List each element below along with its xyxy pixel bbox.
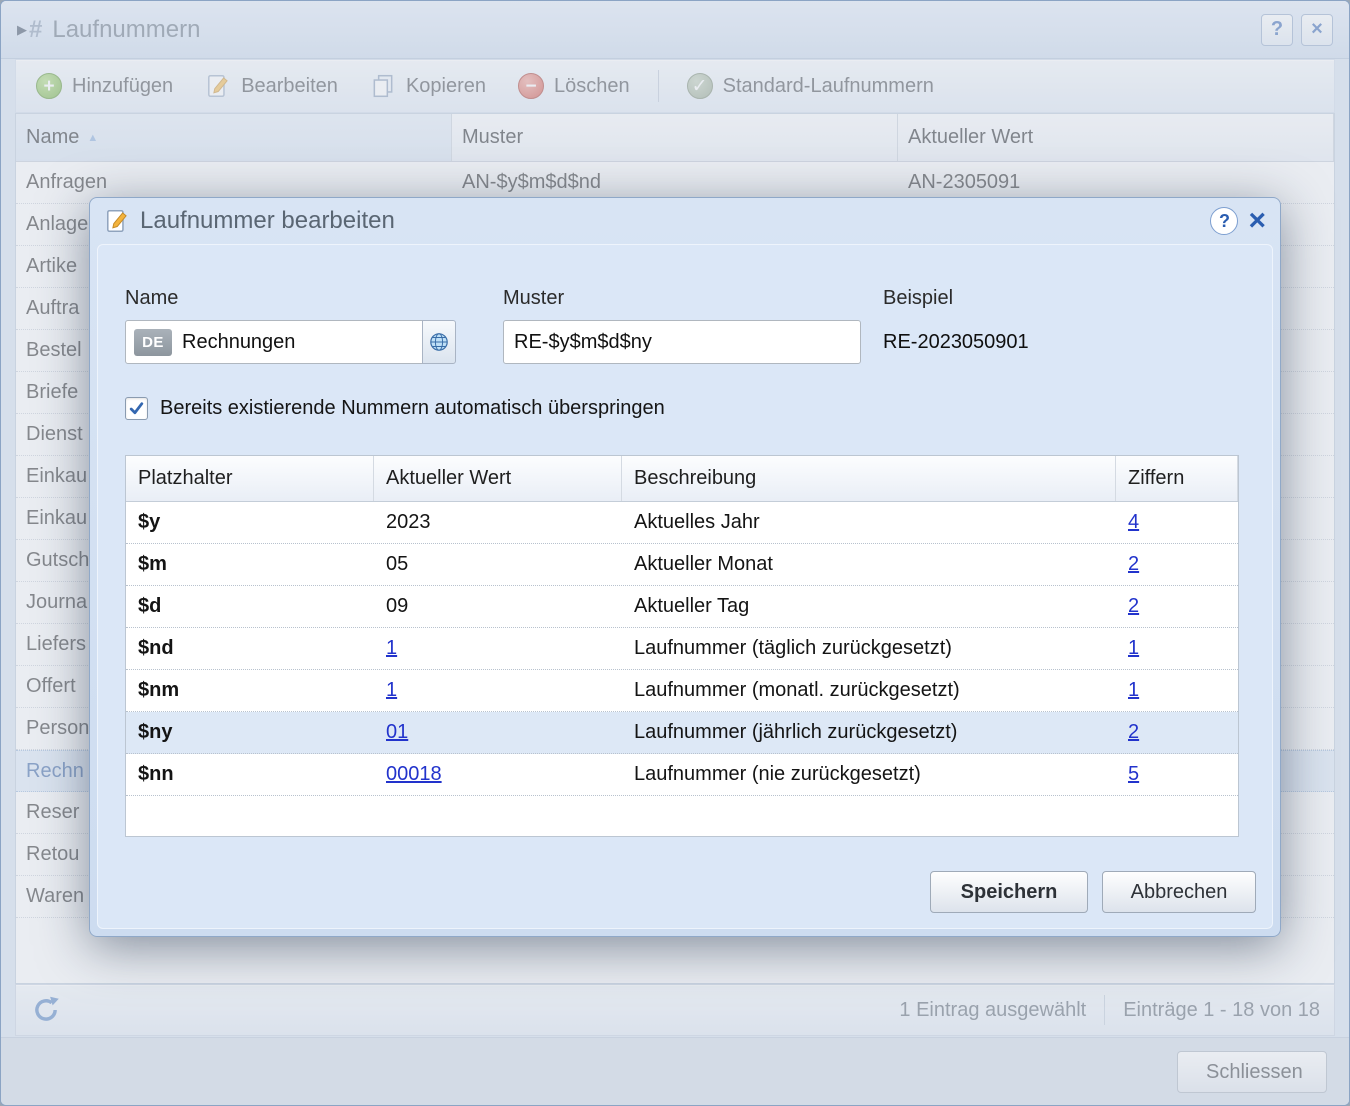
- dialog-titlebar: Laufnummer bearbeiten ? ×: [90, 198, 1280, 244]
- skip-existing-checkbox[interactable]: [125, 397, 148, 420]
- ziffern-link[interactable]: 2: [1128, 553, 1139, 575]
- abbrechen-button[interactable]: Abbrechen: [1102, 871, 1256, 913]
- laufnummern-window: ▶ # Laufnummern ? × + Hinzufügen Bearbei…: [0, 0, 1350, 1106]
- ziffern-link[interactable]: 1: [1128, 637, 1139, 659]
- column-header-platzhalter: Platzhalter: [126, 456, 374, 501]
- name-label: Name: [125, 287, 456, 310]
- column-header-ziffern: Ziffern: [1116, 456, 1238, 501]
- ziffern-link[interactable]: 2: [1128, 595, 1139, 617]
- laufnummer-bearbeiten-dialog: Laufnummer bearbeiten ? × Name DE: [89, 197, 1281, 937]
- dialog-close-button[interactable]: ×: [1248, 206, 1266, 236]
- placeholder-row: $y 2023 Aktuelles Jahr 4: [126, 502, 1238, 544]
- placeholder-table-header: Platzhalter Aktueller Wert Beschreibung …: [126, 456, 1238, 502]
- placeholder-row: $m 05 Aktueller Monat 2: [126, 544, 1238, 586]
- placeholder-row: $nd 1 Laufnummer (täglich zurückgesetzt)…: [126, 628, 1238, 670]
- placeholder-row: $nn 00018 Laufnummer (nie zurückgesetzt)…: [126, 754, 1238, 796]
- placeholder-row: $nm 1 Laufnummer (monatl. zurückgesetzt)…: [126, 670, 1238, 712]
- placeholder-row-highlighted: $ny 01 Laufnummer (jährlich zurückgesetz…: [126, 712, 1238, 754]
- column-header-aktueller-wert: Aktueller Wert: [374, 456, 622, 501]
- dialog-help-button[interactable]: ?: [1210, 207, 1238, 235]
- name-input[interactable]: [182, 331, 414, 354]
- ziffern-link[interactable]: 4: [1128, 511, 1139, 533]
- name-field[interactable]: DE: [125, 320, 423, 364]
- language-badge: DE: [134, 329, 172, 356]
- translations-button[interactable]: [422, 320, 456, 364]
- skip-existing-checkbox-row[interactable]: Bereits existierende Nummern automatisch…: [125, 397, 665, 420]
- wert-link[interactable]: 1: [386, 679, 397, 701]
- column-header-beschreibung: Beschreibung: [622, 456, 1116, 501]
- ziffern-link[interactable]: 2: [1128, 721, 1139, 743]
- placeholder-table: Platzhalter Aktueller Wert Beschreibung …: [125, 455, 1239, 837]
- checkmark-icon: [128, 400, 145, 417]
- ziffern-link[interactable]: 5: [1128, 763, 1139, 785]
- skip-existing-label: Bereits existierende Nummern automatisch…: [160, 397, 665, 420]
- edit-pencil-icon: [104, 208, 130, 234]
- beispiel-label: Beispiel: [883, 287, 1029, 310]
- muster-label: Muster: [503, 287, 861, 310]
- wert-link[interactable]: 1: [386, 637, 397, 659]
- ziffern-link[interactable]: 1: [1128, 679, 1139, 701]
- beispiel-value: RE-2023050901: [883, 320, 1029, 364]
- speichern-button[interactable]: Speichern: [930, 871, 1088, 913]
- dialog-title: Laufnummer bearbeiten: [140, 207, 395, 235]
- wert-link[interactable]: 00018: [386, 763, 442, 785]
- placeholder-row: $d 09 Aktueller Tag 2: [126, 586, 1238, 628]
- globe-icon: [429, 332, 449, 352]
- wert-link[interactable]: 01: [386, 721, 408, 743]
- muster-input[interactable]: [503, 320, 861, 364]
- dialog-body: Name DE: [97, 244, 1273, 929]
